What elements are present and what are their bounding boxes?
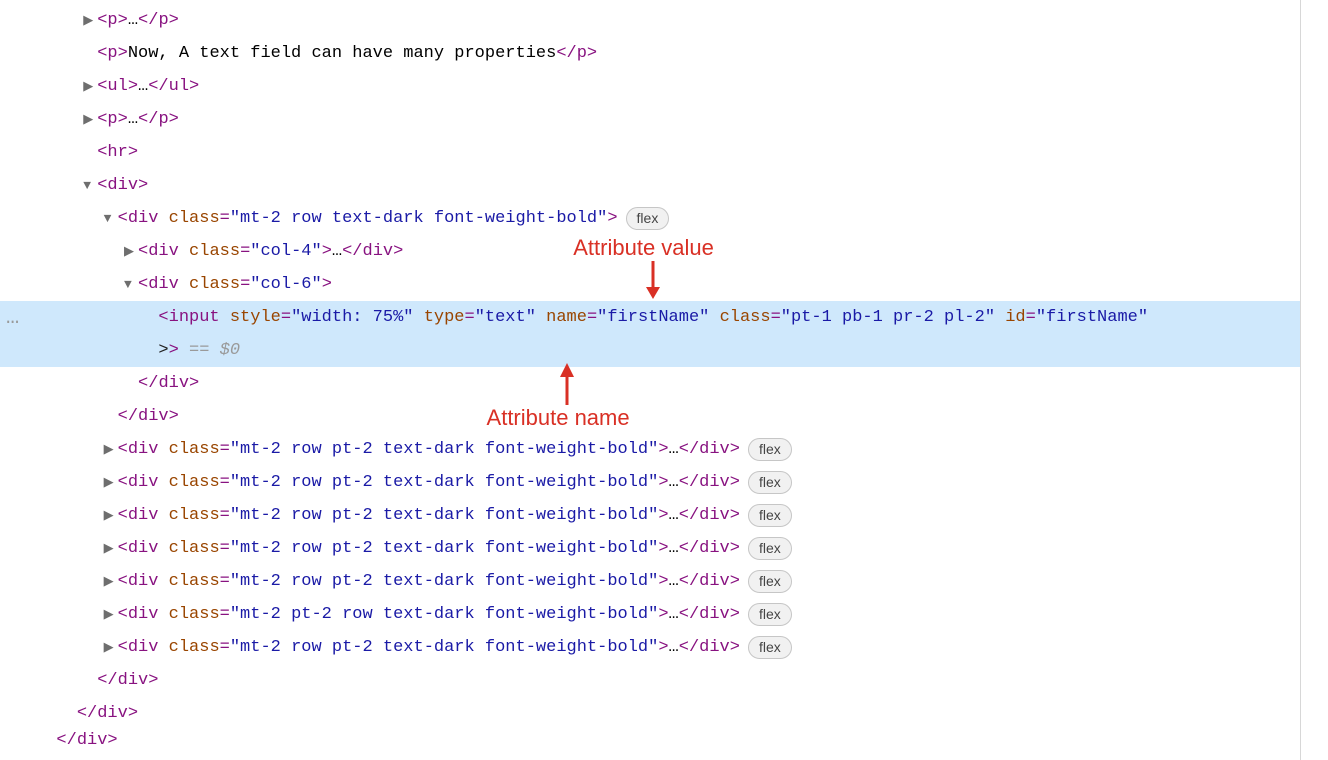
dom-node[interactable]: ▶<p>…</p> — [0, 103, 1300, 136]
expand-arrow-right-icon[interactable]: ▶ — [124, 235, 136, 268]
expand-arrow-right-icon[interactable]: ▶ — [104, 466, 116, 499]
flex-badge: flex — [748, 570, 792, 593]
flex-badge: flex — [748, 471, 792, 494]
expand-arrow-right-icon[interactable]: ▶ — [104, 631, 116, 664]
expand-arrow-right-icon[interactable]: ▶ — [83, 70, 95, 103]
expand-arrow-down-icon[interactable]: ▼ — [104, 202, 116, 235]
dom-node-close[interactable]: </div> — [0, 400, 1300, 433]
dom-node[interactable]: <p>Now, A text field can have many prope… — [0, 37, 1300, 70]
flex-badge: flex — [748, 603, 792, 626]
expand-arrow-right-icon[interactable]: ▶ — [83, 103, 95, 136]
dom-node-close[interactable]: </div> — [0, 367, 1300, 400]
flex-badge: flex — [748, 504, 792, 527]
flex-badge: flex — [626, 207, 670, 230]
expand-arrow-right-icon[interactable]: ▶ — [104, 532, 116, 565]
expand-arrow-down-icon[interactable]: ▼ — [83, 169, 95, 202]
dom-node[interactable]: ▶<div class="mt-2 row pt-2 text-dark fon… — [0, 565, 1300, 598]
dom-node[interactable]: ▶<div class="col-4">…</div> — [0, 235, 1300, 268]
dom-node[interactable]: ▶<div class="mt-2 pt-2 row text-dark fon… — [0, 598, 1300, 631]
expand-arrow-right-icon[interactable]: ▶ — [104, 565, 116, 598]
expand-arrow-right-icon[interactable]: ▶ — [83, 4, 95, 37]
dom-node[interactable]: ▶<div class="mt-2 row pt-2 text-dark fon… — [0, 466, 1300, 499]
dom-node[interactable]: ▶<p>…</p> — [0, 4, 1300, 37]
dom-node[interactable]: ▶<div class="mt-2 row pt-2 text-dark fon… — [0, 433, 1300, 466]
dom-node[interactable]: ▼<div class="mt-2 row text-dark font-wei… — [0, 202, 1300, 235]
flex-badge: flex — [748, 438, 792, 461]
dom-node[interactable]: ▼<div> — [0, 169, 1300, 202]
dom-node[interactable]: <hr> — [0, 136, 1300, 169]
expand-arrow-right-icon[interactable]: ▶ — [104, 598, 116, 631]
flex-badge: flex — [748, 537, 792, 560]
dom-node[interactable]: ▶<ul>…</ul> — [0, 70, 1300, 103]
more-actions-icon[interactable]: … — [6, 301, 21, 334]
elements-panel: ▶<p>…</p> <p>Now, A text field can have … — [0, 0, 1301, 760]
dom-node-selected[interactable]: … <input style="width: 75%" type="text" … — [0, 301, 1300, 334]
dom-node-close[interactable]: </div> — [0, 697, 1300, 730]
dom-node[interactable]: ▶<div class="mt-2 row pt-2 text-dark fon… — [0, 499, 1300, 532]
dom-node[interactable]: ▶<div class="mt-2 row pt-2 text-dark fon… — [0, 532, 1300, 565]
dom-node-selected-cont[interactable]: >> == $0 — [0, 334, 1300, 367]
expand-arrow-right-icon[interactable]: ▶ — [104, 433, 116, 466]
expand-arrow-down-icon[interactable]: ▼ — [124, 268, 136, 301]
dom-node-close[interactable]: </div> — [0, 730, 1300, 750]
flex-badge: flex — [748, 636, 792, 659]
dom-node[interactable]: ▶<div class="mt-2 row pt-2 text-dark fon… — [0, 631, 1300, 664]
dom-node-close[interactable]: </div> — [0, 664, 1300, 697]
expand-arrow-right-icon[interactable]: ▶ — [104, 499, 116, 532]
dom-node[interactable]: ▼<div class="col-6"> — [0, 268, 1300, 301]
